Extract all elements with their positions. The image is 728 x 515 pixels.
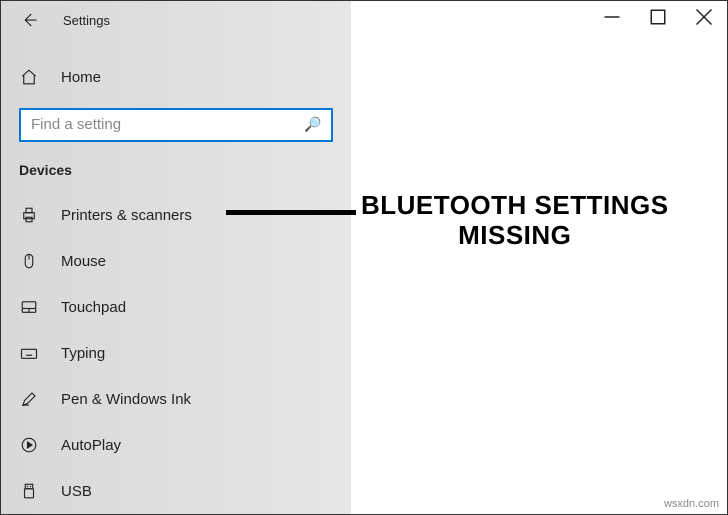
sidebar-item-typing[interactable]: Typing <box>1 330 351 376</box>
search-box[interactable]: 🔍 <box>19 108 333 143</box>
maximize-button[interactable] <box>635 1 681 33</box>
nav-label: Typing <box>61 345 105 362</box>
main-area <box>351 1 727 514</box>
section-header-devices: Devices <box>1 156 351 192</box>
sidebar-item-usb[interactable]: USB <box>1 468 351 514</box>
search-input[interactable] <box>31 116 292 133</box>
sidebar-item-mouse[interactable]: Mouse <box>1 238 351 284</box>
close-button[interactable] <box>681 1 727 33</box>
keyboard-icon <box>19 343 39 363</box>
home-icon <box>19 67 39 87</box>
pen-icon <box>19 389 39 409</box>
sidebar-item-printers-scanners[interactable]: Printers & scanners <box>1 192 351 238</box>
window-title: Settings <box>63 13 110 28</box>
nav-label: Printers & scanners <box>61 207 192 224</box>
sidebar-item-touchpad[interactable]: Touchpad <box>1 284 351 330</box>
sidebar-item-autoplay[interactable]: AutoPlay <box>1 422 351 468</box>
window-controls <box>589 1 727 33</box>
usb-icon <box>19 481 39 501</box>
autoplay-icon <box>19 435 39 455</box>
touchpad-icon <box>19 297 39 317</box>
nav-label: Touchpad <box>61 299 126 316</box>
nav-label: Pen & Windows Ink <box>61 391 191 408</box>
home-label: Home <box>61 69 101 86</box>
settings-window: Settings Home 🔍 Devices Printers & scann… <box>1 1 727 514</box>
watermark: wsxdn.com <box>664 498 719 510</box>
back-icon[interactable] <box>19 10 39 30</box>
sidebar-item-home[interactable]: Home <box>1 57 351 97</box>
sidebar: Settings Home 🔍 Devices Printers & scann… <box>1 1 351 514</box>
sidebar-header: Settings <box>1 1 351 39</box>
printer-icon <box>19 205 39 225</box>
annotation-arrow <box>226 210 356 215</box>
nav-label: AutoPlay <box>61 437 121 454</box>
annotation-text: BLUETOOTH SETTINGS MISSING <box>361 191 669 251</box>
mouse-icon <box>19 251 39 271</box>
annotation-line1: BLUETOOTH SETTINGS <box>361 191 669 221</box>
nav-label: Mouse <box>61 253 106 270</box>
nav-label: USB <box>61 483 92 500</box>
minimize-button[interactable] <box>589 1 635 33</box>
search-icon: 🔍 <box>304 116 321 133</box>
annotation-line2: MISSING <box>361 221 669 251</box>
sidebar-item-pen-windows-ink[interactable]: Pen & Windows Ink <box>1 376 351 422</box>
